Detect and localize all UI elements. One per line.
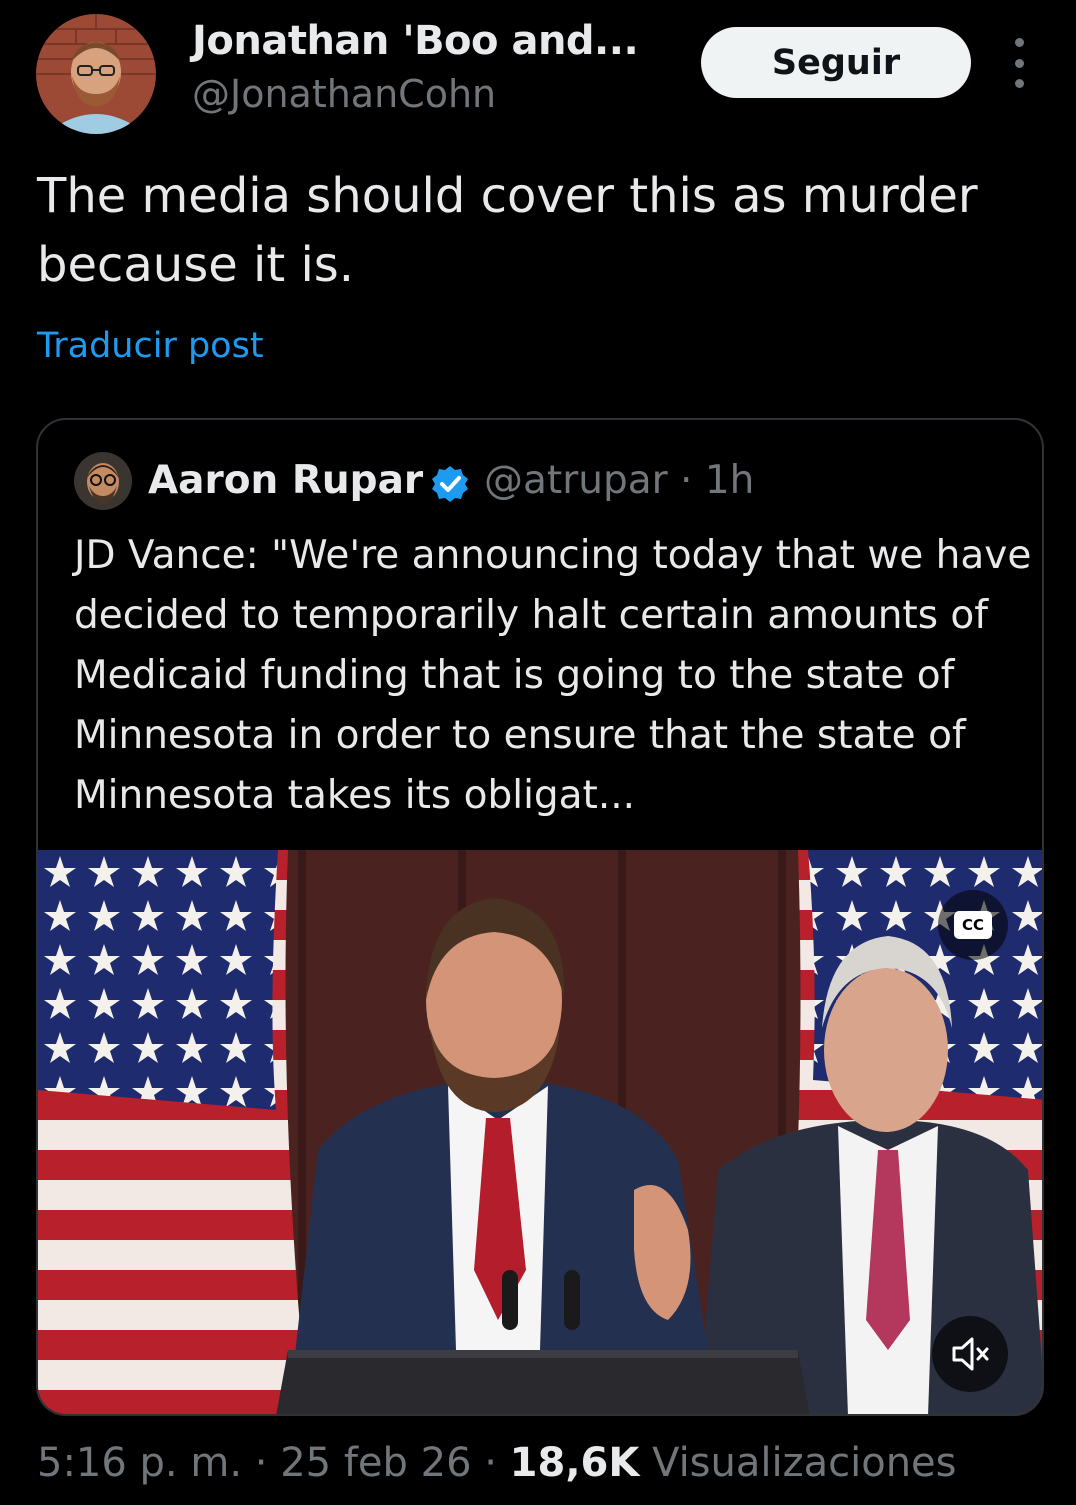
views-label: Visualizaciones <box>652 1440 957 1486</box>
author-handle[interactable]: @JonathanCohn <box>192 72 496 116</box>
verified-badge-icon <box>430 464 470 504</box>
translate-post-link[interactable]: Traducir post <box>37 326 264 366</box>
post-date[interactable]: 25 feb 26 <box>280 1440 471 1486</box>
quoted-post-text: JD Vance: "We're announcing today that w… <box>74 533 1032 818</box>
post-meta: 5:16 p. m. · 25 feb 26 · 18,6K Visualiza… <box>37 1440 957 1486</box>
quoted-author-handle: @atrupar · 1h <box>484 458 755 503</box>
closed-captions-icon: CC <box>954 911 992 939</box>
video-frame <box>38 850 1042 1414</box>
quoted-author-avatar <box>74 452 132 510</box>
author-name[interactable]: Jonathan 'Boo and... <box>192 18 639 64</box>
meta-separator: · <box>471 1440 510 1486</box>
quoted-post-card[interactable]: Aaron Rupar @atrupar · 1h JD Vance: "We'… <box>36 418 1044 1416</box>
follow-button[interactable]: Seguir <box>701 27 971 98</box>
post-text: The media should cover this as murder be… <box>37 168 978 293</box>
meta-separator: · <box>242 1440 281 1486</box>
post-detail: Jonathan 'Boo and... @JonathanCohn Segui… <box>0 0 1076 1505</box>
views-count: 18,6K <box>509 1440 640 1486</box>
post-time[interactable]: 5:16 p. m. <box>37 1440 242 1486</box>
video-player[interactable]: CC <box>38 850 1042 1414</box>
closed-captions-button[interactable]: CC <box>938 890 1008 960</box>
author-avatar[interactable] <box>36 14 156 134</box>
volume-muted-icon <box>952 1337 989 1371</box>
more-vertical-icon[interactable] <box>1004 38 1034 88</box>
quoted-author-name: Aaron Rupar <box>148 458 424 503</box>
mute-toggle-button[interactable] <box>932 1316 1008 1392</box>
